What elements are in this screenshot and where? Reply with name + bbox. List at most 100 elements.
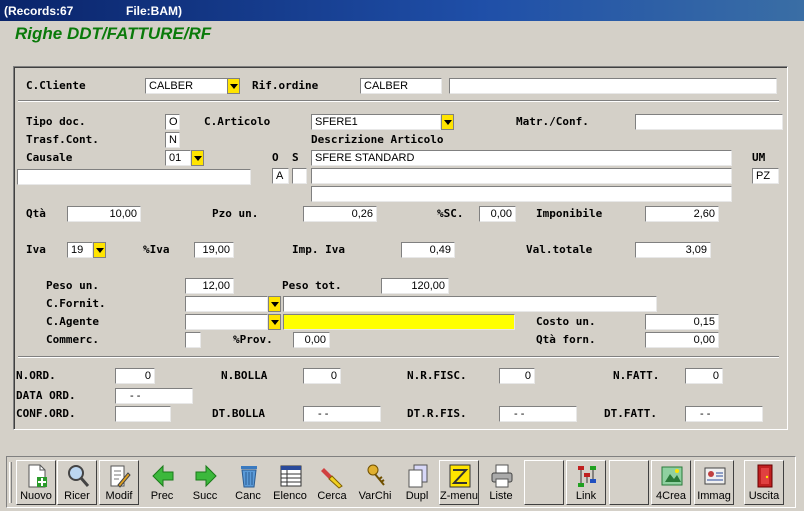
val-totale-field[interactable]: 3,09 [635,242,711,258]
elenco-button[interactable]: Elenco [270,460,310,505]
immag-button[interactable]: Immag [694,460,734,505]
zmenu-button[interactable]: Z-menu [439,460,479,505]
cliente-field[interactable]: CALBER [145,78,228,94]
dt-fatt-field[interactable]: - - [685,406,763,422]
link-icon [578,466,596,487]
nrfisc-field[interactable]: 0 [499,368,535,384]
nord-field[interactable]: 0 [115,368,155,384]
succ-label: Succ [192,490,218,502]
page-title: Righe DDT/FATTURE/RF [15,24,212,43]
imponibile-field[interactable]: 2,60 [645,206,719,222]
cerca-button[interactable]: Cerca [312,460,352,505]
cliente-dropdown-icon[interactable] [227,78,240,94]
fornit-label: C.Fornit. [46,297,106,310]
printer-icon [491,464,513,488]
pzo-label: Pzo un. [212,207,259,220]
fornit-desc-field[interactable] [283,296,657,312]
iva-field[interactable]: 19 [67,242,93,258]
costo-field[interactable]: 0,15 [645,314,719,330]
fornit-field[interactable] [185,296,268,312]
imp-iva-field[interactable]: 0,49 [401,242,455,258]
data-ord-label: DATA ORD. [16,389,76,402]
nuovo-label: Nuovo [20,490,52,502]
trasf-label: Trasf.Cont. [26,133,99,146]
empty-button-2[interactable] [609,460,649,505]
dupl-button[interactable]: Dupl [397,460,437,505]
peso-tot-field[interactable]: 120,00 [381,278,449,294]
dt-rfis-label: DT.R.FIS. [407,407,467,420]
keys-icon [367,464,385,486]
immag-label: Immag [697,490,731,502]
trasf-field[interactable]: N [165,132,180,148]
iva-dropdown-icon[interactable] [93,242,106,258]
data-ord-field[interactable]: - - [115,388,193,404]
peso-un-label: Peso un. [46,279,99,292]
nord-label: N.ORD. [16,369,56,382]
rif-ordine-field[interactable]: CALBER [360,78,442,94]
o-label: O [272,151,279,164]
liste-button[interactable]: Liste [481,460,521,505]
nrfisc-label: N.R.FISC. [407,369,467,382]
causale-dropdown-icon[interactable] [191,150,204,166]
peso-un-field[interactable]: 12,00 [185,278,234,294]
canc-button[interactable]: Canc [228,460,268,505]
articolo-dropdown-icon[interactable] [441,114,454,130]
descrizione-field-2[interactable] [311,168,732,184]
z-menu-icon [449,464,471,488]
imp-iva-label: Imp. Iva [292,243,345,256]
cliente-label: C.Cliente [26,79,86,92]
cerca-label: Cerca [317,490,347,502]
prec-button[interactable]: Prec [142,460,182,505]
duplicate-icon [408,464,428,488]
rif-ordine-label: Rif.ordine [252,79,319,92]
nbolla-field[interactable]: 0 [303,368,341,384]
pzo-field[interactable]: 0,26 [303,206,377,222]
prov-field[interactable]: 0,00 [293,332,330,348]
iva-label: Iva [26,243,46,256]
crea4-button[interactable]: 4Crea [651,460,691,505]
s-field[interactable] [292,168,307,184]
descrizione-field-1[interactable]: SFERE STANDARD [311,150,732,166]
agente-dropdown-icon[interactable] [268,314,281,330]
matr-field[interactable] [635,114,783,130]
varchi-button[interactable]: VarChi [355,460,395,505]
qta-forn-field[interactable]: 0,00 [645,332,719,348]
link-button[interactable]: Link [566,460,606,505]
succ-button[interactable]: Succ [185,460,225,505]
conf-ord-field[interactable] [115,406,171,422]
qta-field[interactable]: 10,00 [67,206,141,222]
peso-tot-label: Peso tot. [282,279,342,292]
trash-icon [241,466,257,488]
descrizione-field-3[interactable] [311,186,732,202]
agente-desc-field[interactable] [283,314,515,330]
um-field[interactable]: PZ [752,168,779,184]
tipo-doc-field[interactable]: O [165,114,180,130]
articolo-field[interactable]: SFERE1 [311,114,441,130]
commerc-field[interactable] [185,332,201,348]
conf-ord-label: CONF.ORD. [16,407,76,420]
dt-bolla-field[interactable]: - - [303,406,381,422]
articolo-label: C.Articolo [204,115,271,128]
perc-iva-field[interactable]: 19,00 [194,242,234,258]
title-bar: (Records:67 File:BAM) [0,0,804,21]
file-name: File:BAM) [126,4,182,18]
uscita-button[interactable]: Uscita [744,460,784,505]
nfatt-label: N.FATT. [613,369,660,382]
causale-desc-field[interactable] [17,169,251,185]
sc-label: %SC. [437,207,464,220]
nfatt-field[interactable]: 0 [685,368,723,384]
rif-ordine-desc-field[interactable] [449,78,777,94]
qta-label: Qtà [26,207,46,220]
o-field[interactable]: A [272,168,289,184]
ricer-button[interactable]: Ricer [57,460,97,505]
causale-field[interactable]: 01 [165,150,191,166]
nuovo-button[interactable]: Nuovo [16,460,56,505]
fornit-dropdown-icon[interactable] [268,296,281,312]
modif-button[interactable]: Modif [99,460,139,505]
image-card-icon [704,467,726,485]
empty-button-1[interactable] [524,460,564,505]
sc-field[interactable]: 0,00 [479,206,516,222]
agente-field[interactable] [185,314,268,330]
costo-label: Costo un. [536,315,596,328]
dt-rfis-field[interactable]: - - [499,406,577,422]
